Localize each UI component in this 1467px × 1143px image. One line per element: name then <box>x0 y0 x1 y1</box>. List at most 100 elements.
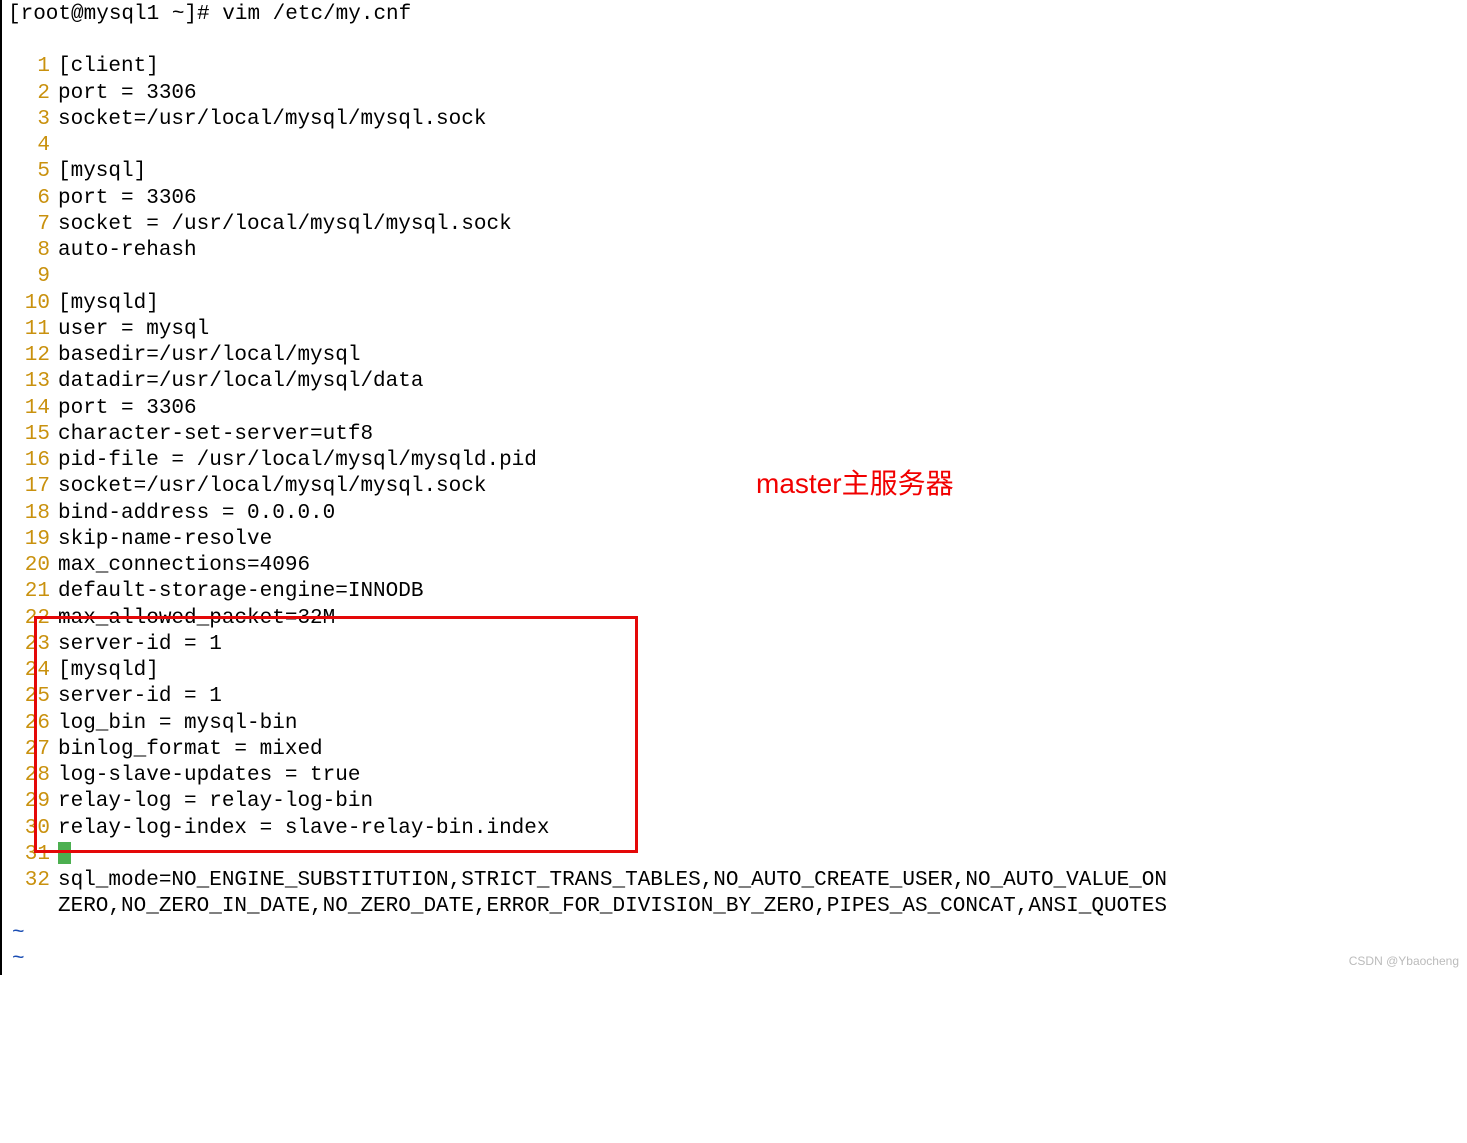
line-content: socket = /usr/local/mysql/mysql.sock <box>58 212 512 238</box>
line-content: skip-name-resolve <box>58 527 272 553</box>
line-content: server-id = 1 <box>58 632 222 658</box>
editor-line: 13 datadir=/usr/local/mysql/data <box>8 369 1465 395</box>
line-number: 22 <box>8 606 50 632</box>
editor-line: 18 bind-address = 0.0.0.0 <box>8 501 1465 527</box>
line-content: default-storage-engine=INNODB <box>58 579 423 605</box>
line-number: 27 <box>8 737 50 763</box>
line-content: [mysqld] <box>58 291 159 317</box>
editor-line: 30 relay-log-index = slave-relay-bin.inde… <box>8 816 1465 842</box>
editor-line: 4 <box>8 133 1465 159</box>
line-content: port = 3306 <box>58 186 197 212</box>
editor-line: 3socket=/usr/local/mysql/mysql.sock <box>8 107 1465 133</box>
editor-line: 1 [client] <box>8 54 1465 80</box>
line-content: server-id = 1 <box>58 684 222 710</box>
line-content: relay-log-index = slave-relay-bin.index <box>58 816 549 842</box>
editor-line: 8 auto-rehash <box>8 238 1465 264</box>
line-number: 10 <box>8 291 50 317</box>
line-content: [client] <box>58 54 159 80</box>
editor-line: 14 port = 3306 <box>8 396 1465 422</box>
editor-line: 16pid-file = /usr/local/mysql/mysqld.pid <box>8 448 1465 474</box>
line-number: 29 <box>8 789 50 815</box>
editor-line: 5 [mysql] <box>8 159 1465 185</box>
line-content: datadir=/usr/local/mysql/data <box>58 369 423 395</box>
annotation-label: master主服务器 <box>756 466 954 501</box>
line-number: 13 <box>8 369 50 395</box>
line-number: 14 <box>8 396 50 422</box>
line-content: max_connections=4096 <box>58 553 310 579</box>
vim-tilde: ~ <box>12 921 1465 947</box>
line-number: 12 <box>8 343 50 369</box>
line-number: 5 <box>8 159 50 185</box>
line-content: auto-rehash <box>58 238 197 264</box>
editor-line: 20 max_connections=4096 <box>8 553 1465 579</box>
line-number: 2 <box>8 81 50 107</box>
line-number: 21 <box>8 579 50 605</box>
editor-line: 28 log-slave-updates = true <box>8 763 1465 789</box>
line-number: 30 <box>8 816 50 842</box>
line-content: log-slave-updates = true <box>58 763 360 789</box>
vim-editor[interactable]: 1[client]2port = 33063socket=/usr/local/… <box>8 54 1465 973</box>
line-content: bind-address = 0.0.0.0 <box>58 501 335 527</box>
line-number: 26 <box>8 711 50 737</box>
editor-line: 27 binlog_format = mixed <box>8 737 1465 763</box>
line-content: port = 3306 <box>58 81 197 107</box>
line-content: binlog_format = mixed <box>58 737 323 763</box>
editor-line: 9 <box>8 264 1465 290</box>
line-number: 24 <box>8 658 50 684</box>
line-number: 3 <box>8 107 50 133</box>
line-content: pid-file = /usr/local/mysql/mysqld.pid <box>58 448 537 474</box>
line-number: 20 <box>8 553 50 579</box>
line-number: 25 <box>8 684 50 710</box>
editor-line: 15 character-set-server=utf8 <box>8 422 1465 448</box>
editor-line: 31 <box>8 842 1465 868</box>
line-content <box>58 842 71 868</box>
line-number: 32 <box>8 868 50 894</box>
line-content: character-set-server=utf8 <box>58 422 373 448</box>
line-number: 19 <box>8 527 50 553</box>
editor-line: 2 port = 3306 <box>8 81 1465 107</box>
editor-line: 17 socket=/usr/local/mysql/mysql.sock <box>8 474 1465 500</box>
line-content: port = 3306 <box>58 396 197 422</box>
line-number: 11 <box>8 317 50 343</box>
editor-line: 26 log_bin = mysql-bin <box>8 711 1465 737</box>
editor-line: 24 [mysqld] <box>8 658 1465 684</box>
editor-line: 6 port = 3306 <box>8 186 1465 212</box>
line-content: relay-log = relay-log-bin <box>58 789 373 815</box>
line-number: 7 <box>8 212 50 238</box>
line-content: sql_mode=NO_ENGINE_SUBSTITUTION,STRICT_T… <box>58 868 1167 894</box>
line-number: 8 <box>8 238 50 264</box>
line-number: 4 <box>8 133 50 159</box>
editor-line: 23 server-id = 1 <box>8 632 1465 658</box>
vim-tilde: ~ <box>12 947 1465 973</box>
line-content: max_allowed_packet=32M <box>58 606 335 632</box>
line-content: user = mysql <box>58 317 209 343</box>
line-number: 31 <box>8 842 50 868</box>
editor-line: 21 default-storage-engine=INNODB <box>8 579 1465 605</box>
line-number: 6 <box>8 186 50 212</box>
line-content: [mysql] <box>58 159 146 185</box>
line-number: 18 <box>8 501 50 527</box>
vim-cursor <box>58 842 71 864</box>
editor-line: 25 server-id = 1 <box>8 684 1465 710</box>
line-number: 17 <box>8 474 50 500</box>
line-content: [mysqld] <box>58 658 159 684</box>
editor-line: 32 sql_mode=NO_ENGINE_SUBSTITUTION,STRICT… <box>8 868 1465 894</box>
editor-line: 11 user = mysql <box>8 317 1465 343</box>
left-border <box>0 0 2 975</box>
line-number: 28 <box>8 763 50 789</box>
editor-line: 29 relay-log = relay-log-bin <box>8 789 1465 815</box>
line-number: 23 <box>8 632 50 658</box>
shell-prompt: [root@mysql1 ~]# vim /etc/my.cnf <box>8 2 1465 28</box>
line-content: socket=/usr/local/mysql/mysql.sock <box>58 474 486 500</box>
line-content: basedir=/usr/local/mysql <box>58 343 360 369</box>
line-number: 15 <box>8 422 50 448</box>
editor-line: 10 [mysqld] <box>8 291 1465 317</box>
editor-line: 22 max_allowed_packet=32M <box>8 606 1465 632</box>
line-number: 1 <box>8 54 50 80</box>
editor-line: 19 skip-name-resolve <box>8 527 1465 553</box>
editor-line: 7 socket = /usr/local/mysql/mysql.sock <box>8 212 1465 238</box>
line-content: log_bin = mysql-bin <box>58 711 297 737</box>
watermark: CSDN @Ybaocheng <box>1349 954 1459 969</box>
line-number: 9 <box>8 264 50 290</box>
editor-line-wrap: ZERO,NO_ZERO_IN_DATE,NO_ZERO_DATE,ERROR_… <box>8 894 1465 920</box>
